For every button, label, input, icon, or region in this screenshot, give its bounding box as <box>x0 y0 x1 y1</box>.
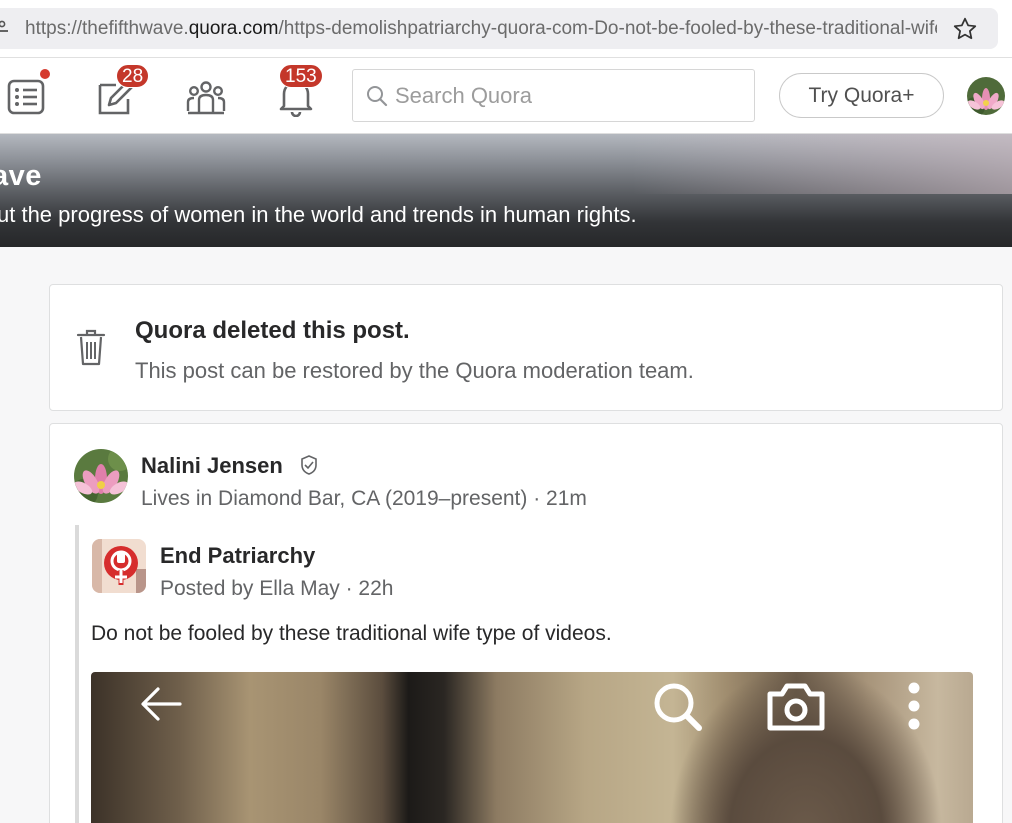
deleted-post-title: Quora deleted this post. <box>135 317 410 344</box>
answer-badge: 28 <box>116 64 150 88</box>
shared-post: End Patriarchy Posted by Ella May · 22h … <box>75 525 1005 823</box>
shared-space-name[interactable]: End Patriarchy <box>160 543 315 569</box>
author-name[interactable]: Nalini Jensen <box>141 453 283 479</box>
user-avatar[interactable] <box>967 77 1005 115</box>
feed-unread-dot <box>39 68 51 80</box>
feed-icon[interactable] <box>6 77 46 117</box>
feed-post-card: Nalini Jensen Lives in Diamond Bar, CA (… <box>49 423 1003 823</box>
try-quora-plus-button[interactable]: Try Quora+ <box>779 73 944 118</box>
url-text[interactable]: https://thefifthwave.quora.com/https-dem… <box>25 18 937 40</box>
spaces-icon[interactable] <box>186 77 226 117</box>
url-host: quora.com <box>188 18 279 39</box>
notifications-badge: 153 <box>279 64 323 88</box>
space-avatar[interactable] <box>92 539 146 593</box>
space-title[interactable]: ave <box>0 160 42 193</box>
url-prefix: https://thefifthwave. <box>25 18 189 39</box>
deleted-post-card: Quora deleted this post. This post can b… <box>49 284 1003 411</box>
post-video-thumbnail[interactable] <box>91 672 973 823</box>
trash-icon <box>76 329 106 366</box>
star-icon[interactable] <box>952 16 978 42</box>
post-text: Do not be fooled by these traditional wi… <box>91 622 612 645</box>
quora-header: 28 153 Try Quora+ <box>0 58 1012 134</box>
shared-post-meta[interactable]: Posted by Ella May · 22h <box>160 577 393 601</box>
address-bar[interactable]: https://thefifthwave.quora.com/https-dem… <box>0 8 998 49</box>
magnify-icon <box>654 683 702 731</box>
camera-icon <box>767 683 825 731</box>
search-box[interactable] <box>352 69 755 122</box>
deleted-post-subtitle: This post can be restored by the Quora m… <box>135 358 694 383</box>
author-avatar[interactable] <box>74 449 128 503</box>
more-icon <box>908 682 920 730</box>
space-description: ut the progress of women in the world an… <box>0 202 637 227</box>
author-credential[interactable]: Lives in Diamond Bar, CA (2019–present) … <box>141 487 587 511</box>
lock-icon[interactable] <box>0 20 12 36</box>
search-icon <box>367 86 388 107</box>
url-path: /https-demolishpatriarchy-quora-com-Do-n… <box>278 18 937 39</box>
browser-toolbar: https://thefifthwave.quora.com/https-dem… <box>0 0 1012 58</box>
shield-check-icon <box>301 455 317 475</box>
back-arrow-icon <box>141 687 182 721</box>
space-banner: ave ut the progress of women in the worl… <box>0 134 1012 247</box>
search-input[interactable] <box>395 80 735 112</box>
